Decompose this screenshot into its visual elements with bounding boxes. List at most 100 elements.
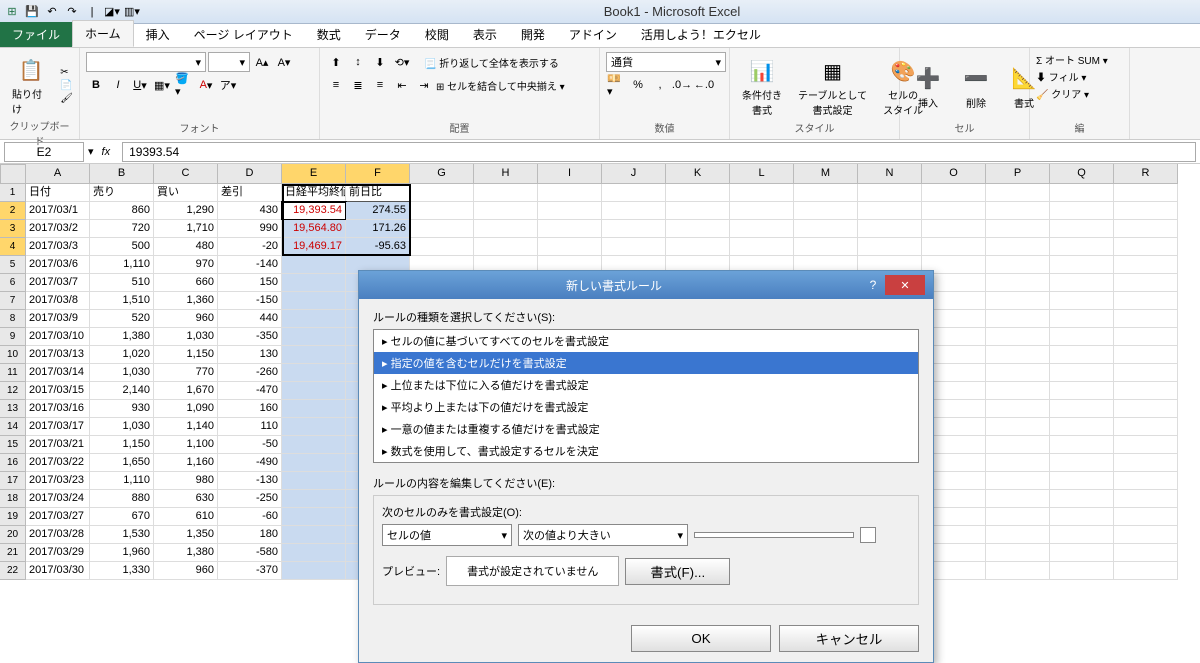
percent-icon[interactable]: %	[628, 75, 648, 95]
cell[interactable]: 880	[90, 490, 154, 508]
cell[interactable]: 日経平均終値	[282, 184, 346, 202]
cell[interactable]: 1,510	[90, 292, 154, 310]
row-header[interactable]: 3	[0, 220, 26, 238]
tab-data[interactable]: データ	[353, 22, 413, 47]
cell[interactable]: 2017/03/13	[26, 346, 90, 364]
cell[interactable]: 2017/03/24	[26, 490, 90, 508]
cell[interactable]	[282, 292, 346, 310]
col-header[interactable]: M	[794, 164, 858, 184]
cell[interactable]	[474, 202, 538, 220]
cell[interactable]	[282, 436, 346, 454]
col-header[interactable]: R	[1114, 164, 1178, 184]
increase-font-icon[interactable]: A▴	[252, 52, 272, 72]
cell[interactable]: 19,469.17	[282, 238, 346, 256]
rule-type-item[interactable]: ▸ 一意の値または重複する値だけを書式設定	[374, 418, 918, 440]
cut-icon[interactable]: ✂	[60, 67, 73, 78]
cell[interactable]	[1050, 238, 1114, 256]
cell[interactable]: 2017/03/17	[26, 418, 90, 436]
cell[interactable]: 970	[154, 256, 218, 274]
cell[interactable]	[282, 400, 346, 418]
cell[interactable]	[986, 184, 1050, 202]
cell[interactable]	[986, 220, 1050, 238]
cell[interactable]: 2017/03/8	[26, 292, 90, 310]
cell[interactable]	[666, 220, 730, 238]
cancel-button[interactable]: キャンセル	[779, 625, 919, 652]
cell[interactable]: 720	[90, 220, 154, 238]
tab-insert[interactable]: 挿入	[134, 22, 182, 47]
cell[interactable]	[1114, 292, 1178, 310]
cell[interactable]	[794, 238, 858, 256]
comma-icon[interactable]: ,	[650, 75, 670, 95]
cell[interactable]	[986, 256, 1050, 274]
save-icon[interactable]: 💾	[24, 4, 40, 20]
row-header[interactable]: 16	[0, 454, 26, 472]
row-header[interactable]: 1	[0, 184, 26, 202]
cell[interactable]: -580	[218, 544, 282, 562]
cell[interactable]: 1,960	[90, 544, 154, 562]
cell[interactable]	[1050, 292, 1114, 310]
cell[interactable]: 1,650	[90, 454, 154, 472]
cell[interactable]	[986, 544, 1050, 562]
tab-view[interactable]: 表示	[461, 22, 509, 47]
cell[interactable]: 1,160	[154, 454, 218, 472]
cell[interactable]	[1050, 544, 1114, 562]
ruby-button[interactable]: ア▾	[218, 75, 238, 95]
cell[interactable]: 2017/03/1	[26, 202, 90, 220]
cell[interactable]	[986, 418, 1050, 436]
cell[interactable]: 買い	[154, 184, 218, 202]
col-header[interactable]: Q	[1050, 164, 1114, 184]
underline-button[interactable]: U▾	[130, 75, 150, 95]
row-header[interactable]: 9	[0, 328, 26, 346]
col-header[interactable]: I	[538, 164, 602, 184]
cell[interactable]: 2017/03/29	[26, 544, 90, 562]
cell[interactable]: 480	[154, 238, 218, 256]
cell[interactable]: 1,030	[154, 328, 218, 346]
cell[interactable]	[1114, 274, 1178, 292]
cell[interactable]	[282, 382, 346, 400]
cell[interactable]: 430	[218, 202, 282, 220]
cell[interactable]	[410, 184, 474, 202]
cell[interactable]	[986, 310, 1050, 328]
cell[interactable]	[986, 526, 1050, 544]
fill-color-button[interactable]: 🪣▾	[174, 75, 194, 95]
cell[interactable]: 980	[154, 472, 218, 490]
cell[interactable]	[1050, 418, 1114, 436]
row-header[interactable]: 2	[0, 202, 26, 220]
cell[interactable]	[1114, 346, 1178, 364]
cell[interactable]	[282, 274, 346, 292]
rule-type-list[interactable]: ▸ セルの値に基づいてすべてのセルを書式設定▸ 指定の値を含むセルだけを書式設定…	[373, 329, 919, 463]
cell[interactable]	[858, 184, 922, 202]
dec-decimal-icon[interactable]: ←.0	[694, 75, 714, 95]
cell[interactable]	[1114, 220, 1178, 238]
cell[interactable]: 19,564.80	[282, 220, 346, 238]
cell[interactable]	[1050, 436, 1114, 454]
align-right-icon[interactable]: ≡	[370, 75, 390, 95]
cell[interactable]	[282, 364, 346, 382]
cell[interactable]	[282, 472, 346, 490]
cell[interactable]	[1114, 310, 1178, 328]
row-header[interactable]: 17	[0, 472, 26, 490]
col-header[interactable]: P	[986, 164, 1050, 184]
cell[interactable]: 2017/03/28	[26, 526, 90, 544]
cell[interactable]: 2017/03/7	[26, 274, 90, 292]
redo-icon[interactable]: ↷	[64, 4, 80, 20]
condition-value-input[interactable]	[694, 532, 854, 538]
indent-dec-icon[interactable]: ⇤	[392, 75, 412, 95]
cell[interactable]	[858, 238, 922, 256]
cell[interactable]	[474, 220, 538, 238]
cell[interactable]	[538, 220, 602, 238]
cell[interactable]: 2017/03/3	[26, 238, 90, 256]
cell[interactable]	[922, 202, 986, 220]
cell[interactable]	[1114, 418, 1178, 436]
cell[interactable]	[474, 184, 538, 202]
close-button[interactable]: ✕	[885, 275, 925, 295]
cell[interactable]: -95.63	[346, 238, 410, 256]
cell[interactable]: 19,393.54	[282, 202, 346, 220]
cell[interactable]	[1050, 202, 1114, 220]
merge-button[interactable]: ⊞ セルを結合して中央揃え ▾	[436, 78, 565, 93]
cell[interactable]: -20	[218, 238, 282, 256]
cell[interactable]: 2,140	[90, 382, 154, 400]
rule-type-item[interactable]: ▸ 平均より上または下の値だけを書式設定	[374, 396, 918, 418]
align-top-icon[interactable]: ⬆	[326, 52, 346, 72]
border-button[interactable]: ▦▾	[152, 75, 172, 95]
